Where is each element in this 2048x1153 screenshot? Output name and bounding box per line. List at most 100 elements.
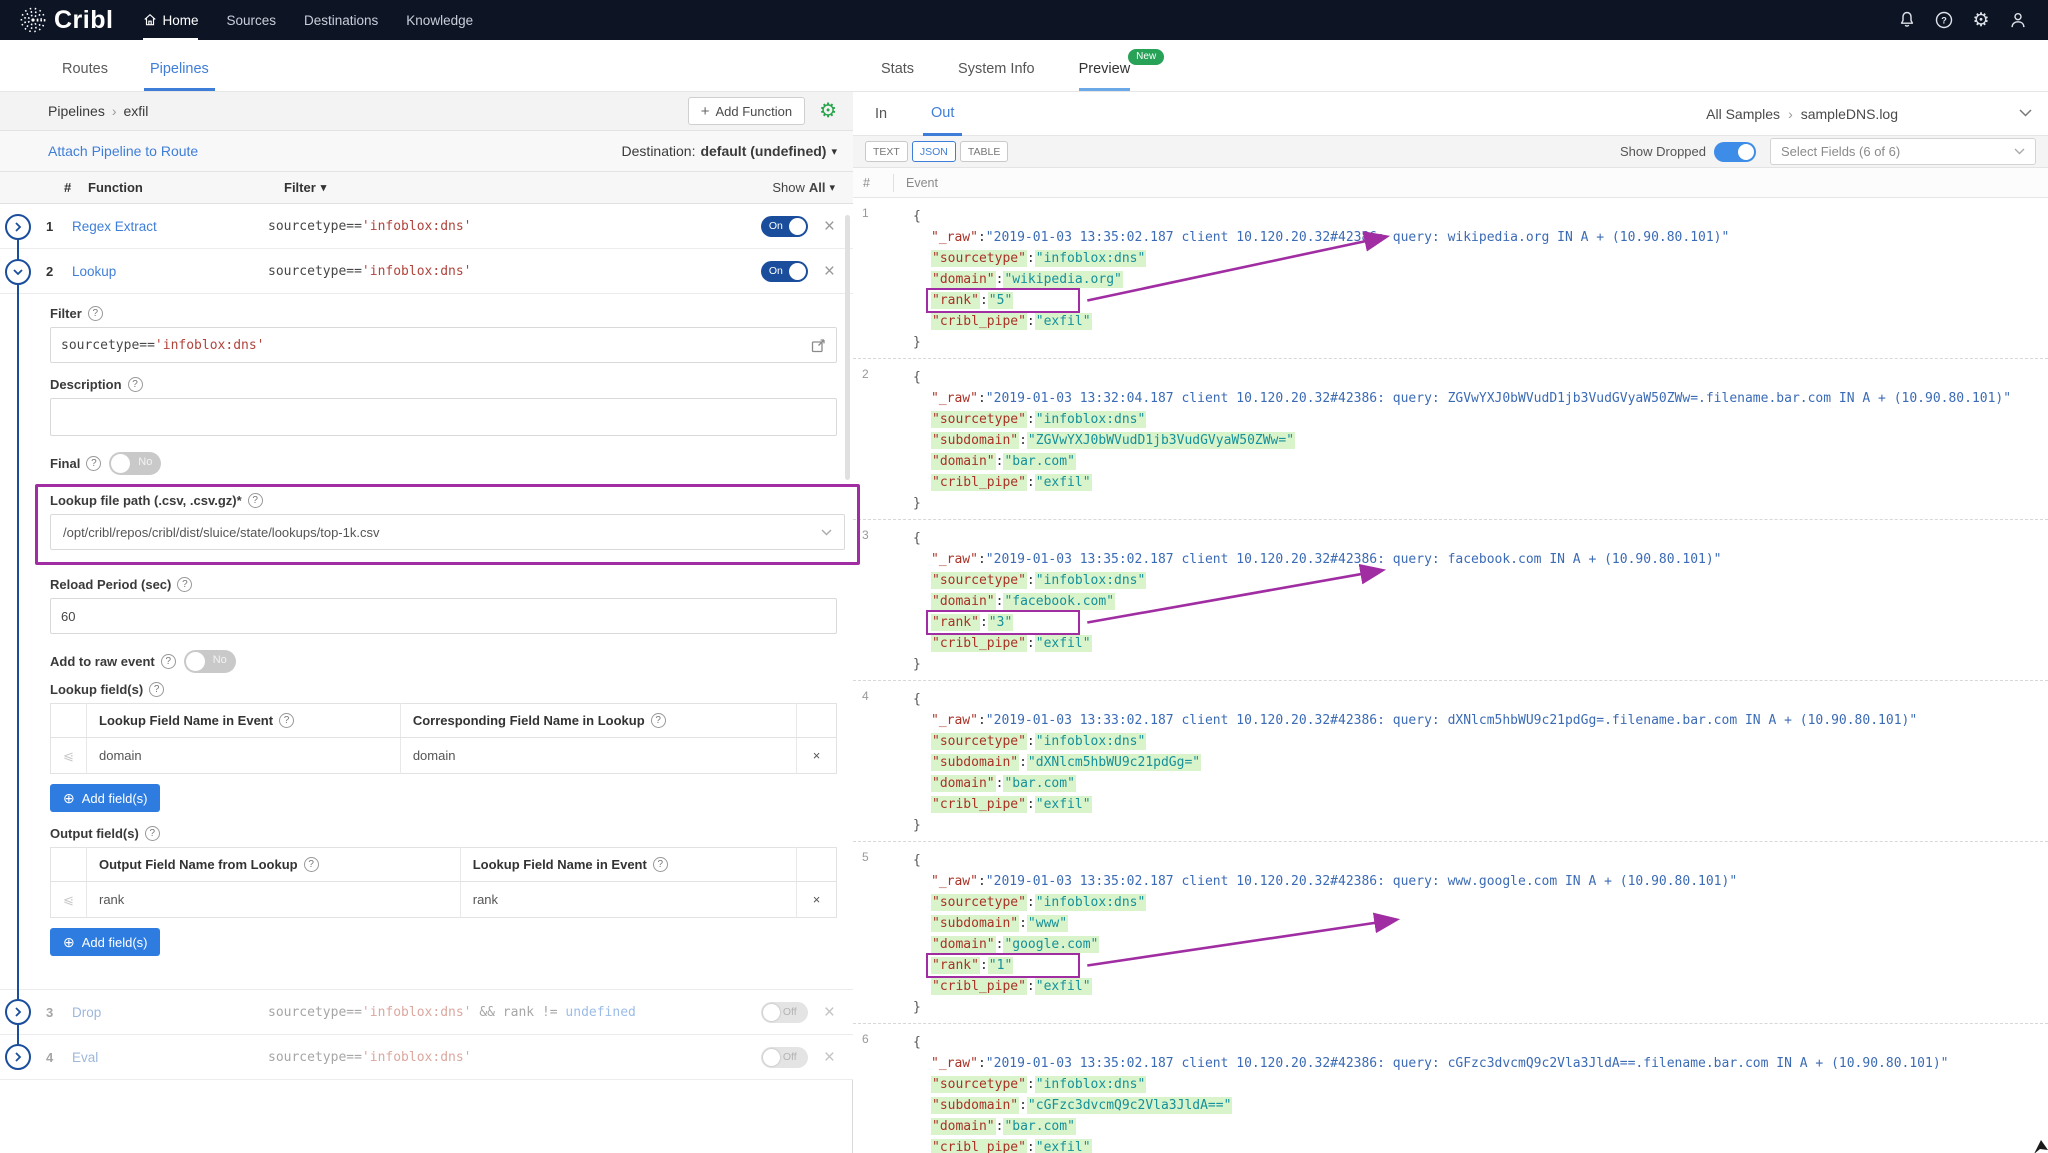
- collapse-function-2-button[interactable]: [5, 259, 31, 285]
- tab-stats[interactable]: Stats: [881, 61, 914, 91]
- help-icon[interactable]: ?: [145, 826, 160, 841]
- chevron-down-icon: [821, 529, 832, 536]
- remove-column: [797, 704, 837, 738]
- function-connector-line: [17, 227, 19, 1058]
- help-icon[interactable]: ?: [128, 377, 143, 392]
- json-key: "cribl_pipe": [931, 313, 1027, 330]
- tab-pipelines[interactable]: Pipelines: [144, 61, 215, 91]
- collapse-function-4-button[interactable]: [5, 1044, 31, 1070]
- event-row[interactable]: 3{"_raw":"2019-01-03 13:35:02.187 client…: [853, 520, 2048, 681]
- function-row-eval[interactable]: ⣿4Evalsourcetype=='infoblox:dns'Off×: [0, 1035, 853, 1080]
- json-key: "subdomain": [931, 754, 1019, 771]
- tab-routes[interactable]: Routes: [56, 61, 114, 91]
- event-row[interactable]: 4{"_raw":"2019-01-03 13:33:02.187 client…: [853, 681, 2048, 842]
- view-mode-json[interactable]: JSON: [912, 141, 956, 162]
- show-dropped-toggle[interactable]: [1714, 142, 1756, 162]
- function-name-link[interactable]: Lookup: [72, 264, 268, 279]
- add-output-fields-button[interactable]: ⊕ Add field(s): [50, 928, 160, 956]
- help-icon[interactable]: ?: [304, 857, 319, 872]
- pipeline-settings-gear-icon[interactable]: ⚙: [819, 101, 837, 121]
- json-key: "domain": [931, 1118, 996, 1135]
- json-key: "sourcetype": [931, 250, 1027, 267]
- add-lookup-fields-button[interactable]: ⊕ Add field(s): [50, 784, 160, 812]
- add-function-button[interactable]: + Add Function: [688, 97, 805, 125]
- notifications-bell-icon[interactable]: [1897, 10, 1917, 30]
- help-icon[interactable]: ?: [88, 306, 103, 321]
- event-field-domain: "domain":"wikipedia.org": [853, 269, 2048, 290]
- tab-in[interactable]: In: [869, 92, 893, 136]
- event-row[interactable]: 2{"_raw":"2019-01-03 13:32:04.187 client…: [853, 359, 2048, 520]
- filter-input[interactable]: sourcetype=='infoblox:dns': [50, 327, 837, 363]
- function-enabled-toggle[interactable]: Off: [761, 1047, 808, 1068]
- tab-preview[interactable]: Preview New: [1079, 61, 1131, 91]
- remove-function-icon[interactable]: ×: [824, 262, 835, 281]
- help-icon[interactable]: ?: [149, 682, 164, 697]
- view-mode-text[interactable]: TEXT: [865, 141, 908, 162]
- event-row[interactable]: 5{"_raw":"2019-01-03 13:35:02.187 client…: [853, 842, 2048, 1024]
- function-name-link[interactable]: Eval: [72, 1050, 268, 1065]
- final-toggle[interactable]: No: [109, 452, 161, 475]
- sample-breadcrumb[interactable]: All Samples › sampleDNS.log: [1706, 92, 1898, 136]
- function-enabled-toggle[interactable]: On: [761, 216, 808, 237]
- tab-system-info[interactable]: System Info: [958, 61, 1035, 91]
- lookup-path-select[interactable]: /opt/cribl/repos/cribl/dist/sluice/state…: [50, 514, 845, 550]
- function-row-lookup[interactable]: ⣿2Lookupsourcetype=='infoblox:dns'On×: [0, 249, 853, 294]
- event-row[interactable]: 1{"_raw":"2019-01-03 13:35:02.187 client…: [853, 198, 2048, 359]
- function-name-link[interactable]: Regex Extract: [72, 219, 268, 234]
- remove-function-icon[interactable]: ×: [824, 1048, 835, 1067]
- lookup-field-lookup-input[interactable]: domain: [400, 738, 796, 774]
- nav-item-home[interactable]: Home: [143, 0, 198, 40]
- function-row-drop[interactable]: ⣿3Dropsourcetype=='infoblox:dns' && rank…: [0, 990, 853, 1035]
- settings-gear-icon[interactable]: ⚙: [1971, 10, 1991, 30]
- help-icon[interactable]: ?: [86, 456, 101, 471]
- select-fields-dropdown[interactable]: Select Fields (6 of 6): [1770, 138, 2036, 165]
- collapse-function-1-button[interactable]: [5, 214, 31, 240]
- function-enabled-toggle[interactable]: On: [761, 261, 808, 282]
- main-nav: Home Sources Destinations Knowledge: [143, 0, 473, 40]
- add-to-raw-toggle[interactable]: No: [184, 650, 236, 673]
- help-icon[interactable]: ?: [248, 493, 263, 508]
- lookup-field-event-input[interactable]: domain: [87, 738, 401, 774]
- output-field-event-input[interactable]: rank: [460, 882, 796, 918]
- help-icon[interactable]: ?: [1934, 10, 1954, 30]
- expand-editor-icon[interactable]: [811, 338, 826, 353]
- help-icon[interactable]: ?: [177, 577, 192, 592]
- attach-pipeline-link[interactable]: Attach Pipeline to Route: [48, 143, 198, 159]
- event-row[interactable]: 6{"_raw":"2019-01-03 13:35:02.187 client…: [853, 1024, 2048, 1153]
- remove-row-icon[interactable]: ×: [797, 882, 837, 918]
- help-icon[interactable]: ?: [279, 713, 294, 728]
- help-icon[interactable]: ?: [161, 654, 176, 669]
- col-filter[interactable]: Filter ▾: [284, 180, 772, 195]
- view-mode-table[interactable]: TABLE: [960, 141, 1008, 162]
- help-icon[interactable]: ?: [653, 857, 668, 872]
- remove-row-icon[interactable]: ×: [797, 738, 837, 774]
- reload-period-input[interactable]: 60: [50, 598, 837, 634]
- nav-item-knowledge[interactable]: Knowledge: [406, 0, 473, 40]
- output-field-lookup-input[interactable]: rank: [87, 882, 461, 918]
- function-enabled-toggle[interactable]: Off: [761, 1002, 808, 1023]
- breadcrumb-root[interactable]: Pipelines: [48, 103, 105, 119]
- user-account-icon[interactable]: [2008, 10, 2028, 30]
- remove-function-icon[interactable]: ×: [824, 217, 835, 236]
- cribl-logo[interactable]: Cribl: [20, 6, 113, 35]
- description-input[interactable]: [50, 398, 837, 436]
- destination-selector[interactable]: Destination: default (undefined) ▾: [622, 143, 837, 159]
- remove-function-icon[interactable]: ×: [824, 1003, 835, 1022]
- function-row-regex-extract[interactable]: ⣿1Regex Extractsourcetype=='infoblox:dns…: [0, 204, 853, 249]
- left-panel-scrollbar[interactable]: [845, 215, 850, 480]
- nav-item-sources[interactable]: Sources: [226, 0, 276, 40]
- event-field-_raw: "_raw":"2019-01-03 13:32:04.187 client 1…: [853, 388, 2048, 409]
- show-all-dropdown[interactable]: Show All ▾: [772, 180, 835, 195]
- tab-out[interactable]: Out: [923, 92, 962, 136]
- function-name-link[interactable]: Drop: [72, 1005, 268, 1020]
- help-icon[interactable]: ?: [651, 713, 666, 728]
- collapse-function-3-button[interactable]: [5, 999, 31, 1025]
- event-list[interactable]: 1{"_raw":"2019-01-03 13:35:02.187 client…: [853, 198, 2048, 1153]
- json-key: "domain": [931, 936, 996, 953]
- json-key: "subdomain": [931, 915, 1019, 932]
- drag-handle-icon[interactable]: ⩿: [51, 738, 87, 774]
- chevron-down-icon[interactable]: [2019, 109, 2032, 117]
- nav-item-destinations[interactable]: Destinations: [304, 0, 378, 40]
- output-fields-label: Output field(s)?: [50, 826, 837, 841]
- drag-handle-icon[interactable]: ⩿: [51, 882, 87, 918]
